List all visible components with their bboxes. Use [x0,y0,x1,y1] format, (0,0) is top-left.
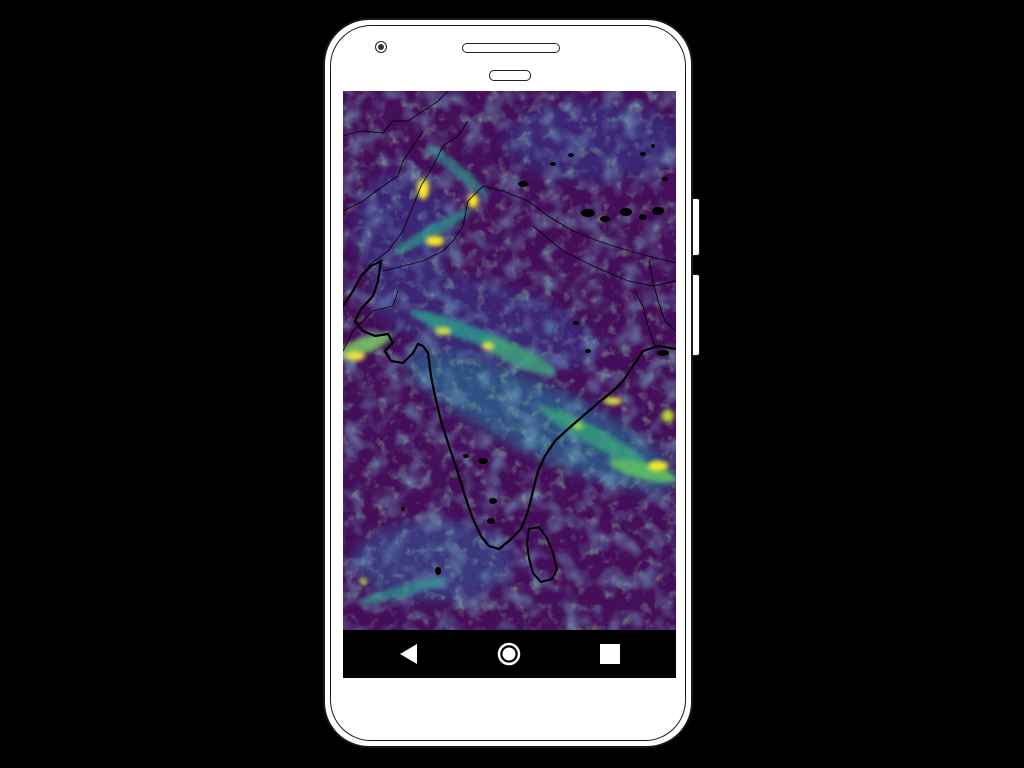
recents-button[interactable]: square-recents-icon [596,640,624,668]
circle-home-icon [497,642,521,666]
triangle-left-icon [400,644,417,664]
back-button[interactable]: triangle-left-icon [395,640,423,668]
front-camera-icon [375,41,387,53]
phone-screen: triangle-left-icon circle-home-icon squa… [343,91,676,678]
home-button[interactable]: circle-home-icon [495,640,523,668]
earpiece-speaker [462,43,560,53]
volume-button[interactable] [693,198,700,256]
android-navigation-bar: triangle-left-icon circle-home-icon squa… [343,630,676,678]
phone-frame: triangle-left-icon circle-home-icon squa… [323,18,700,748]
proximity-sensor [489,70,531,81]
square-recents-icon [600,644,620,664]
power-button[interactable] [693,274,700,356]
satellite-map-image [343,91,676,630]
satellite-map-view[interactable] [343,91,676,630]
